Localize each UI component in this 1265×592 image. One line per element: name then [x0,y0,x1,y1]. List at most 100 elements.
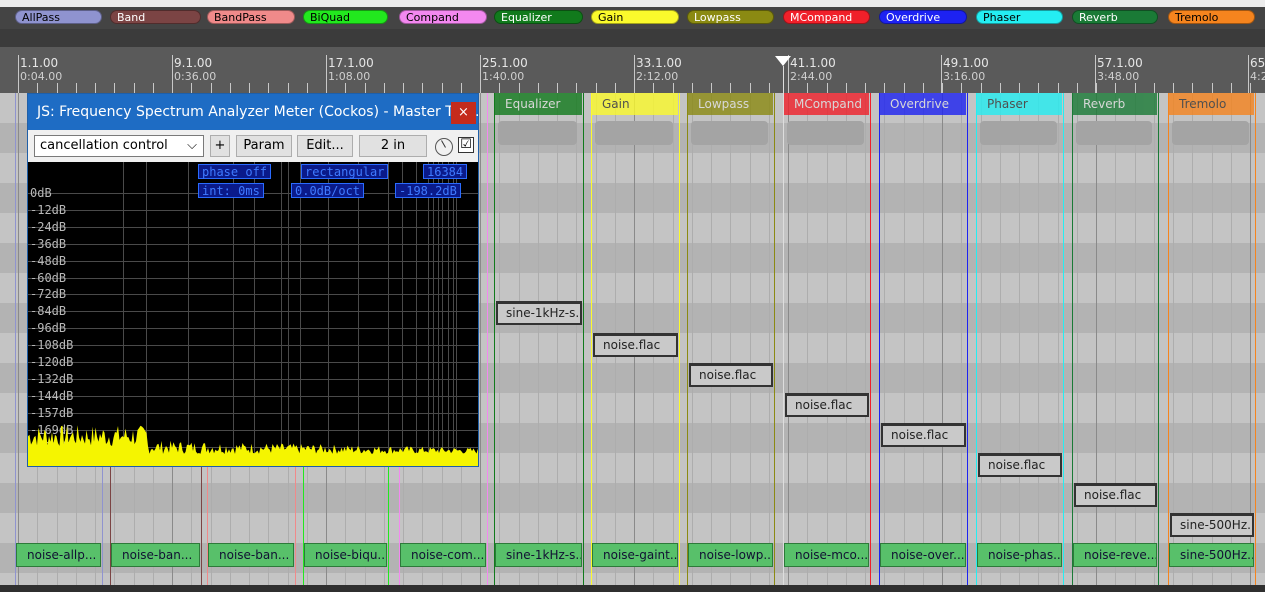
ruler-time: 1:40.00 [482,70,525,83]
media-item[interactable]: noise.flac [1074,483,1157,507]
ruler-minor-tick [961,83,962,93]
ruler-minor-tick [1096,83,1097,93]
region-bandpass[interactable]: BandPass [207,10,295,24]
ruler-minor-tick [153,83,154,93]
media-item[interactable]: noise.flac [593,333,678,357]
ruler-time: 4:2 [1250,70,1265,83]
item-header[interactable]: Tremolo [1169,93,1254,115]
media-item-green[interactable]: noise-lowp... [688,543,773,567]
region-boundary [976,93,977,585]
region-boundary [687,93,688,585]
media-item[interactable]: noise.flac [881,423,966,447]
preset-dropdown[interactable]: cancellation control ⌵ [34,135,204,157]
media-item-green[interactable]: noise-mco... [784,543,869,567]
ruler-bar: 33.1.00 [636,56,682,70]
ruler-minor-tick [326,83,327,93]
grid-line [1154,93,1155,585]
region-boundary [879,93,880,585]
media-item[interactable]: sine-1kHz-s... [496,301,582,325]
region-biquad[interactable]: BiQuad [303,10,388,24]
grid-line [499,93,500,585]
waveform-thumbnail [980,121,1057,145]
ruler-minor-tick [230,83,231,93]
region-overdrive[interactable]: Overdrive [879,10,967,24]
horizontal-scrollbar[interactable] [0,585,1265,592]
window-type-toggle[interactable]: rectangular [301,164,389,179]
ruler-minor-tick [18,83,19,93]
ruler-label: 41.1.00 2:44.00 [790,57,836,84]
plugin-window-title[interactable]: JS: Frequency Spectrum Analyzer Meter (C… [28,94,478,130]
region-tremolo[interactable]: Tremolo [1168,10,1255,24]
close-icon: × [458,105,469,120]
fx-plugin-window[interactable]: JS: Frequency Spectrum Analyzer Meter (C… [27,93,479,467]
media-item-green[interactable]: noise-com... [400,543,486,567]
grid-line [1192,93,1193,585]
ruler-minor-tick [1154,83,1155,93]
ruler-minor-tick [634,83,635,93]
floor-toggle[interactable]: -198.2dB [395,183,461,198]
add-preset-button[interactable]: + [210,135,230,157]
ruler-time: 1:08.00 [328,70,371,83]
media-item-green[interactable]: noise-allp... [16,543,101,567]
ruler-label: 1.1.00 0:04.00 [20,57,62,84]
param-button[interactable]: Param [236,135,292,157]
track-lane[interactable] [0,573,1265,585]
ruler-minor-tick [884,83,885,93]
track-lane[interactable] [0,513,1265,543]
region-compand[interactable]: Compand [399,10,487,24]
phase-toggle[interactable]: phase off [198,164,272,179]
media-item-green[interactable]: noise-over... [880,543,966,567]
region-phaser[interactable]: Phaser [976,10,1063,24]
ruler-minor-tick [134,83,135,93]
ruler-minor-tick [95,83,96,93]
spectrum-display[interactable]: 0dB -12dB -24dB -36dB -48dB -60dB -72dB -84dB -9… [28,162,478,466]
bypass-checkbox[interactable]: ☑ [458,137,474,153]
fft-size-toggle[interactable]: 16384 [423,164,468,179]
region-reverb[interactable]: Reverb [1072,10,1158,24]
grid-line [1000,93,1001,585]
waveform-thumbnail [787,121,864,145]
ruler-minor-tick [345,83,346,93]
item-header[interactable]: Reverb [1073,93,1157,115]
media-item[interactable]: noise.flac [785,393,869,417]
media-item-green[interactable]: noise-biqu... [304,543,387,567]
item-header[interactable]: Phaser [977,93,1062,115]
region-boundary [487,93,488,585]
grid-line [1231,93,1232,585]
slope-toggle[interactable]: 0.0dB/oct [291,183,365,198]
region-band[interactable]: Band [110,10,201,24]
timeline-ruler[interactable]: 1.1.00 0:04.00 9.1.00 0:36.00 17.1.00 1:08.00… [0,47,1265,93]
media-item-green[interactable]: sine-500Hz... [1169,543,1254,567]
region-allpass[interactable]: AllPass [15,10,102,24]
region-mcompand[interactable]: MCompand [783,10,870,24]
item-header[interactable]: Lowpass [688,93,773,115]
edit-cursor-marker[interactable] [775,56,791,66]
media-item-green[interactable]: noise-phas... [977,543,1062,567]
item-header[interactable]: Gain [592,93,678,115]
item-header[interactable]: MCompand [784,93,869,115]
io-pins-button[interactable]: 2 in [359,135,427,157]
media-item-green[interactable]: noise-reve... [1073,543,1157,567]
item-header[interactable]: Equalizer [495,93,582,115]
media-item-green[interactable]: noise-ban... [111,543,200,567]
media-item[interactable]: noise.flac [689,363,773,387]
region-gain[interactable]: Gain [591,10,679,24]
media-item-green[interactable]: noise-gaint... [592,543,678,567]
media-item[interactable]: sine-500Hz... [1170,513,1254,537]
waveform-thumbnail [691,121,768,145]
integration-toggle[interactable]: int: 0ms [198,183,264,198]
close-button[interactable]: × [451,102,476,124]
spectrum-fill [28,425,478,466]
grid-line [904,93,905,585]
item-header[interactable]: Overdrive [880,93,966,115]
edit-button[interactable]: Edit... [297,135,353,157]
ruler-minor-tick [730,83,731,93]
wet-knob-icon[interactable] [435,138,453,156]
media-item-green[interactable]: sine-1kHz-s... [495,543,582,567]
region-equalizer[interactable]: Equalizer [494,10,583,24]
media-item[interactable]: noise.flac [978,453,1062,477]
region-boundary [679,93,680,585]
media-item-green[interactable]: noise-ban... [208,543,294,567]
waveform-thumbnail [498,121,577,145]
region-lowpass[interactable]: Lowpass [687,10,774,24]
